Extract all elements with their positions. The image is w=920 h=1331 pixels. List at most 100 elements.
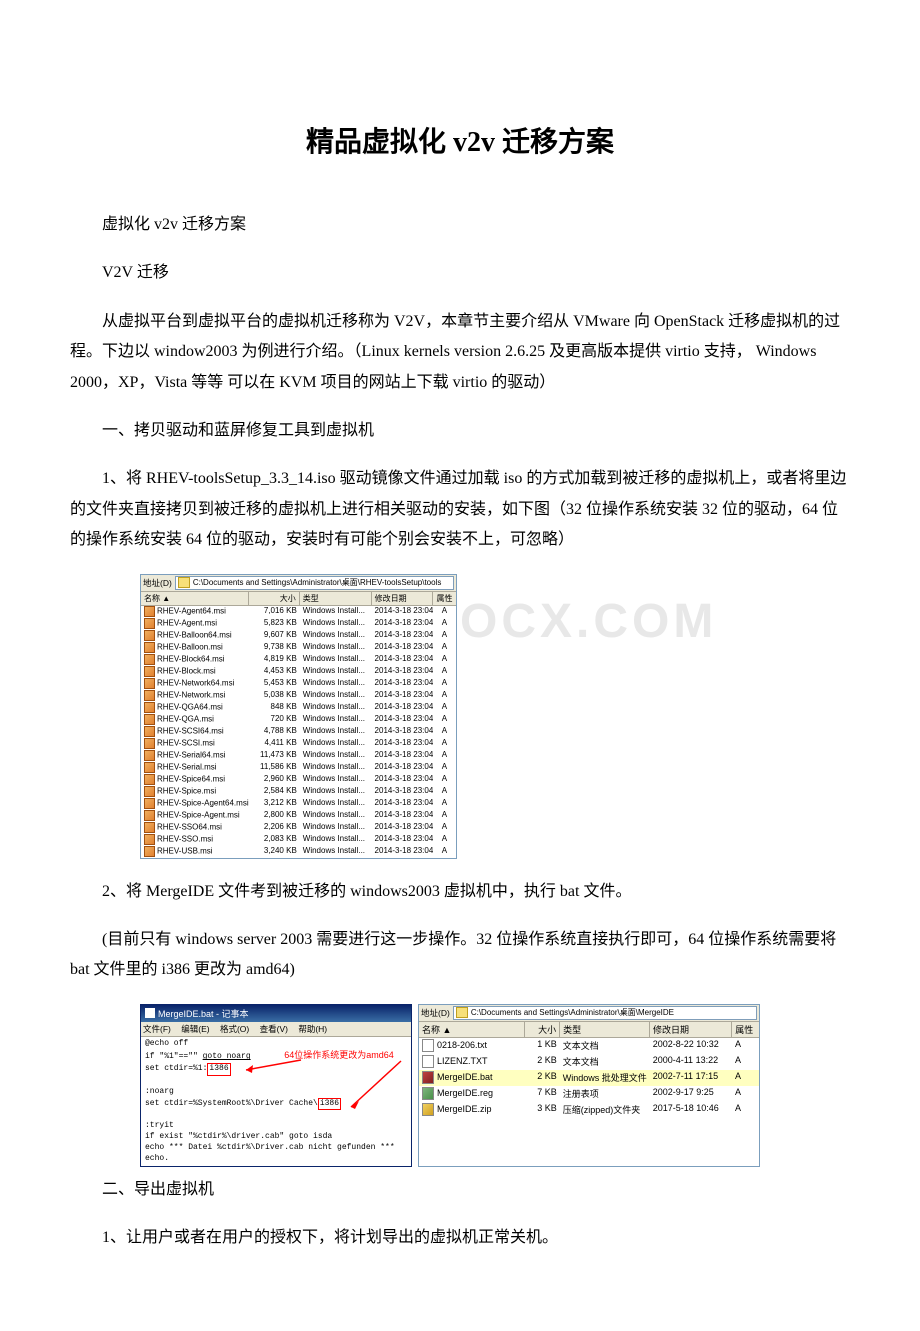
- code-line: :noarg: [145, 1087, 174, 1096]
- file-row[interactable]: MergeIDE.reg7 KB注册表项2002-9-17 9:25A: [419, 1086, 759, 1102]
- paragraph: 从虚拟平台到虚拟平台的虚拟机迁移称为 V2V，本章节主要介绍从 VMware 向…: [70, 307, 850, 398]
- watermark: OCX.COM: [460, 594, 717, 649]
- menu-file[interactable]: 文件(F): [143, 1024, 171, 1034]
- col-type[interactable]: 类型: [300, 592, 372, 605]
- folder-icon: [178, 577, 190, 588]
- file-row[interactable]: MergeIDE.zip3 KB压缩(zipped)文件夹2017-5-18 1…: [419, 1102, 759, 1118]
- notepad-menubar[interactable]: 文件(F) 编辑(E) 格式(O) 查看(V) 帮助(H): [141, 1022, 411, 1037]
- explorer-window-tools: 地址(D) C:\Documents and Settings\Administ…: [140, 574, 457, 859]
- col-attr[interactable]: 属性: [732, 1022, 759, 1037]
- menu-view[interactable]: 查看(V): [260, 1024, 288, 1034]
- menu-edit[interactable]: 编辑(E): [181, 1024, 209, 1034]
- file-row[interactable]: RHEV-SSO64.msi2,206 KBWindows Install...…: [141, 822, 456, 834]
- file-row[interactable]: RHEV-Agent64.msi7,016 KBWindows Install.…: [141, 606, 456, 618]
- paragraph: 1、将 RHEV-toolsSetup_3.3_14.iso 驱动镜像文件通过加…: [70, 464, 850, 555]
- col-size[interactable]: 大小: [525, 1022, 560, 1037]
- annotation-arrow-icon: [346, 1059, 411, 1114]
- file-icon: [422, 1103, 434, 1116]
- msi-icon: [144, 678, 155, 689]
- file-row[interactable]: RHEV-Agent.msi5,823 KBWindows Install...…: [141, 618, 456, 630]
- msi-icon: [144, 714, 155, 725]
- col-name[interactable]: 名称 ▲: [141, 592, 249, 605]
- file-row[interactable]: RHEV-Balloon64.msi9,607 KBWindows Instal…: [141, 630, 456, 642]
- file-row[interactable]: RHEV-Spice64.msi2,960 KBWindows Install.…: [141, 774, 456, 786]
- msi-icon: [144, 834, 155, 845]
- file-row[interactable]: RHEV-SSO.msi2,083 KBWindows Install...20…: [141, 834, 456, 846]
- notepad-title-text: MergeIDE.bat - 记事本: [158, 1007, 249, 1020]
- file-row[interactable]: RHEV-USB.msi3,240 KBWindows Install...20…: [141, 846, 456, 858]
- msi-icon: [144, 750, 155, 761]
- document-title: 精品虚拟化 v2v 迁移方案: [70, 120, 850, 160]
- code-line: :tryit: [145, 1121, 174, 1130]
- msi-icon: [144, 774, 155, 785]
- highlighted-i386: i386: [318, 1098, 341, 1111]
- file-row[interactable]: RHEV-Network64.msi5,453 KBWindows Instal…: [141, 678, 456, 690]
- paragraph: 虚拟化 v2v 迁移方案: [70, 210, 850, 240]
- msi-icon: [144, 762, 155, 773]
- msi-icon: [144, 798, 155, 809]
- file-row[interactable]: RHEV-Spice.msi2,584 KBWindows Install...…: [141, 786, 456, 798]
- code-line: if exist "%ctdir%\driver.cab" goto isda: [145, 1132, 332, 1141]
- col-date[interactable]: 修改日期: [650, 1022, 732, 1037]
- msi-icon: [144, 810, 155, 821]
- paragraph: 二、导出虚拟机: [70, 1175, 850, 1205]
- file-row[interactable]: RHEV-Network.msi5,038 KBWindows Install.…: [141, 690, 456, 702]
- column-headers[interactable]: 名称 ▲ 大小 类型 修改日期 属性: [141, 592, 456, 606]
- msi-icon: [144, 822, 155, 833]
- col-type[interactable]: 类型: [560, 1022, 650, 1037]
- address-path: C:\Documents and Settings\Administrator\…: [471, 1007, 674, 1018]
- file-row[interactable]: RHEV-Spice-Agent.msi2,800 KBWindows Inst…: [141, 810, 456, 822]
- address-label: 地址(D): [143, 577, 175, 589]
- msi-icon: [144, 702, 155, 713]
- code-line: set ctdir=%1:: [145, 1064, 207, 1073]
- msi-icon: [144, 642, 155, 653]
- msi-icon: [144, 846, 155, 857]
- notepad-icon: [145, 1008, 155, 1018]
- msi-icon: [144, 738, 155, 749]
- code-line: set ctdir=%SystemRoot%\Driver Cache\: [145, 1099, 318, 1108]
- file-row[interactable]: 0218-206.txt1 KB文本文档2002-8-22 10:32A: [419, 1038, 759, 1054]
- file-row[interactable]: RHEV-Balloon.msi9,738 KBWindows Install.…: [141, 642, 456, 654]
- file-row[interactable]: LIZENZ.TXT2 KB文本文档2000-4-11 13:22A: [419, 1054, 759, 1070]
- file-icon: [422, 1055, 434, 1068]
- col-size[interactable]: 大小: [249, 592, 300, 605]
- file-row[interactable]: RHEV-SCSI.msi4,411 KBWindows Install...2…: [141, 738, 456, 750]
- col-name[interactable]: 名称 ▲: [419, 1022, 525, 1037]
- file-row[interactable]: RHEV-Block.msi4,453 KBWindows Install...…: [141, 666, 456, 678]
- file-row[interactable]: MergeIDE.bat2 KBWindows 批处理文件2002-7-11 1…: [419, 1070, 759, 1086]
- file-row[interactable]: RHEV-Block64.msi4,819 KBWindows Install.…: [141, 654, 456, 666]
- col-date[interactable]: 修改日期: [372, 592, 434, 605]
- notepad-content[interactable]: @echo off if "%1"=="" goto noarg 64位操作系统…: [141, 1037, 411, 1166]
- paragraph: 一、拷贝驱动和蓝屏修复工具到虚拟机: [70, 416, 850, 446]
- menu-help[interactable]: 帮助(H): [298, 1024, 327, 1034]
- msi-icon: [144, 606, 155, 617]
- file-row[interactable]: RHEV-Serial.msi11,586 KBWindows Install.…: [141, 762, 456, 774]
- file-icon: [422, 1039, 434, 1052]
- msi-icon: [144, 690, 155, 701]
- paragraph: 2、将 MergeIDE 文件考到被迁移的 windows2003 虚拟机中，执…: [70, 877, 850, 907]
- file-row[interactable]: RHEV-QGA.msi720 KBWindows Install...2014…: [141, 714, 456, 726]
- file-icon: [422, 1087, 434, 1100]
- column-headers[interactable]: 名称 ▲ 大小 类型 修改日期 属性: [419, 1022, 759, 1038]
- code-line: if "%1"=="": [145, 1052, 203, 1061]
- file-row[interactable]: RHEV-QGA64.msi848 KBWindows Install...20…: [141, 702, 456, 714]
- paragraph: V2V 迁移: [70, 258, 850, 288]
- file-row[interactable]: RHEV-SCSI64.msi4,788 KBWindows Install..…: [141, 726, 456, 738]
- col-attr[interactable]: 属性: [433, 592, 456, 605]
- file-row[interactable]: RHEV-Serial64.msi11,473 KBWindows Instal…: [141, 750, 456, 762]
- code-line: echo.: [145, 1154, 169, 1163]
- msi-icon: [144, 630, 155, 641]
- address-field[interactable]: C:\Documents and Settings\Administrator\…: [175, 576, 454, 590]
- paragraph: 1、让用户或者在用户的授权下，将计划导出的虚拟机正常关机。: [70, 1223, 850, 1253]
- file-icon: [422, 1071, 434, 1084]
- address-field[interactable]: C:\Documents and Settings\Administrator\…: [453, 1006, 757, 1020]
- code-line: echo *** Datei %ctdir%\Driver.cab nicht …: [145, 1143, 395, 1152]
- paragraph: (目前只有 windows server 2003 需要进行这一步操作。32 位…: [70, 925, 850, 986]
- code-line: @echo off: [145, 1039, 188, 1048]
- address-path: C:\Documents and Settings\Administrator\…: [193, 577, 442, 588]
- msi-icon: [144, 618, 155, 629]
- annotation-arrow-icon: [241, 1055, 311, 1075]
- menu-format[interactable]: 格式(O): [220, 1024, 249, 1034]
- notepad-window: MergeIDE.bat - 记事本 文件(F) 编辑(E) 格式(O) 查看(…: [140, 1004, 412, 1167]
- file-row[interactable]: RHEV-Spice-Agent64.msi3,212 KBWindows In…: [141, 798, 456, 810]
